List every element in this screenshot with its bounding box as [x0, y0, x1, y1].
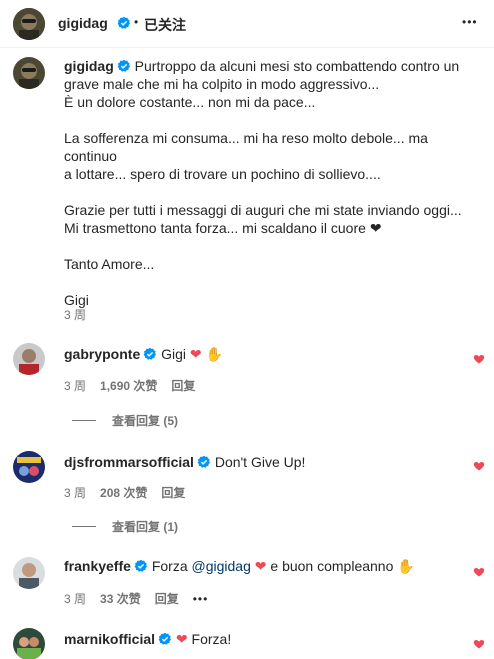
verified-badge-icon — [134, 559, 147, 572]
caption-avatar-image — [13, 57, 45, 89]
commenter-avatar-image — [13, 557, 45, 589]
reply-button[interactable]: 回复 — [171, 379, 195, 393]
view-replies-label: 查看回复 (1) — [112, 520, 179, 534]
caption-line: Gigi — [64, 292, 89, 308]
comment-text: Gigi — [161, 346, 187, 362]
comment-avatar[interactable] — [13, 343, 45, 375]
commenter-avatar-image — [13, 451, 45, 483]
comment-time[interactable]: 3 周 — [64, 486, 86, 500]
caption-time[interactable]: 3 周 — [64, 308, 86, 322]
raising-hands-emoji-icon: ✋ — [397, 558, 415, 574]
red-heart-emoji-icon: ❤ — [254, 558, 267, 574]
comment-username[interactable]: gabryponte — [64, 346, 140, 362]
caption-line: Mi trasmettono tanta forza... mi scaldan… — [64, 220, 366, 236]
divider-line — [72, 420, 96, 421]
red-heart-emoji-icon: ❤ — [189, 346, 202, 362]
comment-likes[interactable]: 208 次赞 — [100, 486, 147, 500]
like-heart-icon[interactable] — [473, 566, 485, 578]
caption-avatar[interactable] — [13, 57, 45, 89]
comment-likes[interactable]: 1,690 次赞 — [100, 379, 157, 393]
comment-meta: 3 周 1,690 次赞 回复 — [64, 377, 209, 394]
comment-likes[interactable]: 33 次赞 — [100, 592, 141, 606]
comment-avatar[interactable] — [13, 628, 45, 659]
comment-meta: 3 周 208 次赞 回复 — [64, 484, 199, 501]
follow-status-button[interactable]: 已关注 — [144, 15, 186, 35]
header-separator: • — [134, 15, 139, 29]
comment-body: gabryponte Gigi ❤ ✋ — [64, 345, 223, 363]
caption-meta: 3 周 — [64, 306, 100, 323]
header-username[interactable]: gigidag — [58, 15, 108, 31]
reply-button[interactable]: 回复 — [155, 592, 179, 606]
like-heart-icon[interactable] — [473, 638, 485, 650]
comment-text: Forza! — [191, 631, 232, 647]
mention-link[interactable]: @gigidag — [192, 558, 251, 574]
caption-line: grave male che mi ha colpito in modo agg… — [64, 76, 380, 92]
like-heart-icon[interactable] — [473, 460, 485, 472]
comment-body: djsfrommarsofficial Don't Give Up! — [64, 453, 305, 471]
comment-time[interactable]: 3 周 — [64, 592, 86, 606]
author-avatar[interactable] — [13, 8, 45, 40]
caption-line: È un dolore costante... non mi da pace..… — [64, 94, 316, 110]
comment-avatar[interactable] — [13, 451, 45, 483]
verified-badge-icon — [117, 59, 130, 72]
commenter-avatar-image — [13, 628, 45, 659]
comment-username[interactable]: djsfrommarsofficial — [64, 454, 194, 470]
view-replies-button[interactable]: 查看回复 (1) — [72, 518, 178, 535]
like-heart-icon[interactable] — [473, 353, 485, 365]
comment-text: Forza — [151, 558, 188, 574]
comment-time[interactable]: 3 周 — [64, 379, 86, 393]
verified-badge-icon — [117, 16, 131, 29]
comment-text: Don't Give Up! — [214, 454, 306, 470]
reply-button[interactable]: 回复 — [161, 486, 185, 500]
verified-badge-icon — [143, 347, 157, 360]
comment-meta: 3 周 33 次赞 回复 ••• — [64, 590, 222, 607]
comment-avatar[interactable] — [13, 557, 45, 589]
black-heart-icon: ❤ — [369, 220, 382, 236]
comment-username[interactable]: frankyeffe — [64, 558, 131, 574]
more-options-icon[interactable]: ••• — [462, 15, 478, 29]
verified-badge-icon — [158, 632, 172, 645]
comment-body: frankyeffe Forza @gigidag ❤ e buon compl… — [64, 557, 415, 575]
view-replies-button[interactable]: 查看回复 (5) — [72, 412, 178, 429]
comment-text: e buon compleanno — [270, 558, 394, 574]
commenter-avatar-image — [13, 343, 45, 375]
post-caption: gigidag Purtroppo da alcuni mesi sto com… — [64, 57, 484, 309]
praying-hands-emoji-icon: ✋ — [205, 346, 223, 362]
comment-options-icon[interactable]: ••• — [193, 592, 209, 606]
view-replies-label: 查看回复 (5) — [112, 414, 179, 428]
caption-line: a lottare... spero di trovare un pochino… — [64, 166, 381, 182]
caption-line: La sofferenza mi consuma... mi ha reso m… — [64, 130, 428, 164]
comment-username[interactable]: marnikofficial — [64, 631, 155, 647]
divider-line — [72, 526, 96, 527]
caption-username[interactable]: gigidag — [64, 58, 114, 74]
caption-line: Grazie per tutti i messaggi di auguri ch… — [64, 202, 462, 218]
caption-line: Tanto Amore... — [64, 256, 155, 272]
post-header: gigidag • 已关注 ••• — [0, 0, 494, 48]
comment-body: marnikofficial ❤ Forza! — [64, 630, 231, 648]
author-avatar-image — [13, 8, 45, 40]
verified-badge-icon — [197, 455, 210, 468]
red-heart-emoji-icon: ❤ — [175, 631, 188, 647]
caption-line: Purtroppo da alcuni mesi sto combattendo… — [134, 58, 460, 74]
